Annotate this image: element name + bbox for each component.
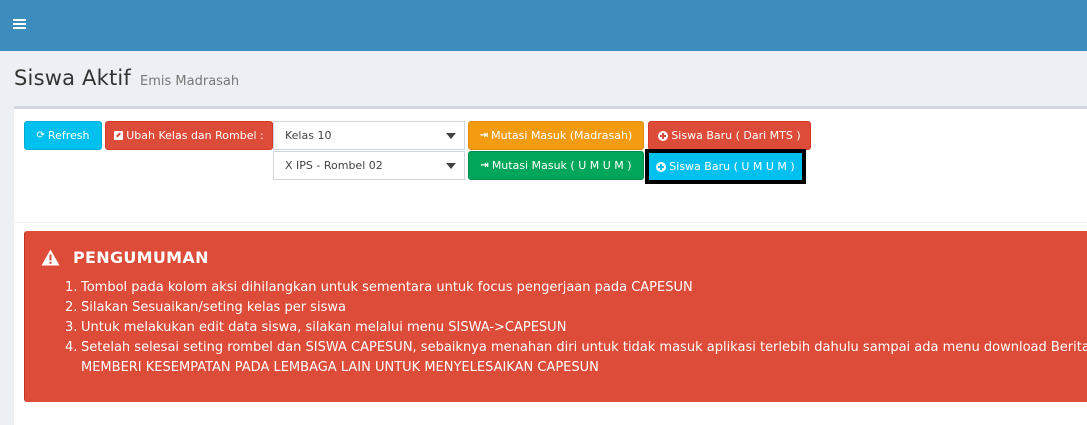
announcement-list: 1. Tombol pada kolom aksi dihilangkan un… [65, 278, 1087, 378]
hamburger-icon[interactable] [13, 19, 26, 30]
list-item: 2. Silakan Sesuaikan/seting kelas per si… [65, 300, 346, 315]
caret-down-icon [446, 163, 456, 169]
sign-in-icon: ⇥ [479, 130, 489, 141]
ubah-label: Ubah Kelas dan Rombel : [126, 129, 264, 142]
mutasi-masuk-madrasah-button[interactable]: ⇥ Mutasi Masuk (Madrasah) [468, 121, 644, 150]
ubah-kelas-rombel-button[interactable]: Ubah Kelas dan Rombel : [105, 121, 273, 150]
caret-down-icon [446, 133, 456, 139]
refresh-label: Refresh [47, 129, 90, 142]
mutasi-madrasah-label: Mutasi Masuk (Madrasah) [491, 129, 633, 142]
list-item: 1. Tombol pada kolom aksi dihilangkan un… [65, 280, 693, 295]
box-divider [14, 222, 1087, 223]
kelas-selected-value: Kelas 10 [285, 129, 332, 142]
rombel-select[interactable]: X IPS - Rombel 02 [273, 151, 465, 180]
edit-icon [114, 131, 124, 140]
warning-icon [41, 249, 60, 266]
announcement-title: PENGUMUMAN [73, 248, 209, 267]
plus-circle-icon [656, 161, 667, 172]
list-item: 3. Untuk melakukan edit data siswa, sila… [65, 320, 567, 335]
siswa-mts-label: Siswa Baru ( Dari MTS ) [671, 129, 801, 142]
kelas-select[interactable]: Kelas 10 [273, 121, 465, 150]
mutasi-masuk-umum-button[interactable]: ⇥ Mutasi Masuk ( U M U M ) [468, 151, 644, 180]
sign-in-icon: ⇥ [480, 160, 489, 171]
mutasi-umum-label: Mutasi Masuk ( U M U M ) [491, 159, 632, 172]
plus-circle-icon [658, 130, 669, 141]
siswa-umum-label: Siswa Baru ( U M U M ) [669, 160, 795, 173]
page-title: Siswa Aktif [14, 66, 132, 90]
refresh-icon: ⟳ [36, 130, 45, 141]
page-header: Siswa Aktif Emis Madrasah [14, 66, 239, 90]
page-subtitle: Emis Madrasah [140, 74, 240, 89]
rombel-selected-value: X IPS - Rombel 02 [285, 159, 383, 172]
siswa-baru-mts-button[interactable]: Siswa Baru ( Dari MTS ) [648, 121, 811, 150]
announcement-header: PENGUMUMAN [41, 248, 209, 267]
announcement-callout: PENGUMUMAN 1. Tombol pada kolom aksi dih… [24, 231, 1087, 402]
refresh-button[interactable]: ⟳ Refresh [24, 121, 102, 150]
top-navbar [0, 0, 1087, 51]
siswa-baru-umum-button[interactable]: Siswa Baru ( U M U M ) [645, 149, 806, 184]
list-item: 4. Setelah selesai seting rombel dan SIS… [65, 340, 1087, 375]
